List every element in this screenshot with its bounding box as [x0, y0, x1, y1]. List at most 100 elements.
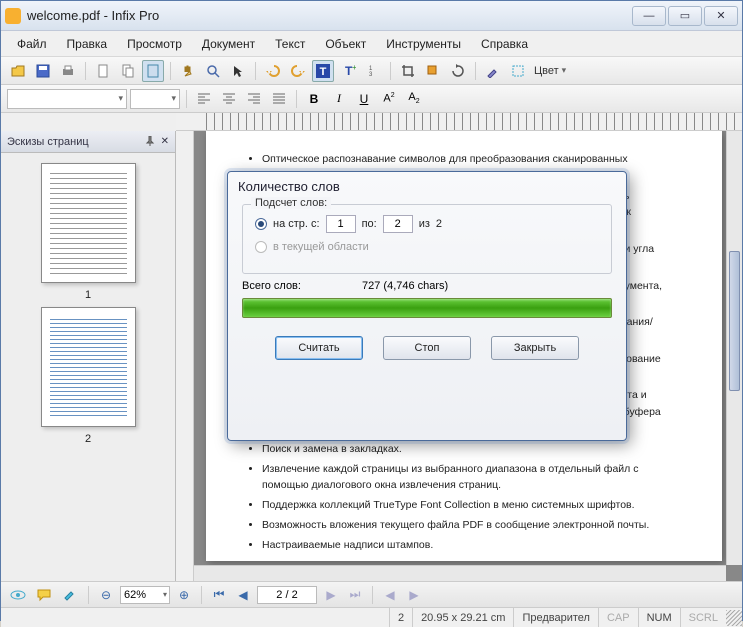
- prev-page-button[interactable]: ◀: [233, 585, 253, 605]
- progress-bar: [242, 298, 612, 318]
- radio-page-range[interactable]: [255, 218, 267, 230]
- pagelayout-icon[interactable]: [142, 60, 164, 82]
- menu-view[interactable]: Просмотр: [119, 33, 190, 55]
- page-thumbnail-1[interactable]: [41, 163, 136, 283]
- radio-current-area-label: в текущей области: [273, 241, 369, 253]
- scrollbar-vertical[interactable]: [726, 131, 742, 565]
- total-words-label: Всего слов:: [242, 280, 362, 292]
- color-dropdown-icon[interactable]: ▾: [562, 65, 567, 76]
- minimize-button[interactable]: —: [632, 6, 666, 26]
- total-pages: 2: [436, 218, 442, 230]
- thumb-label: 2: [85, 433, 91, 445]
- bottom-toolbar: ⊖ 62% ⊕ ⏮ ◀ 2 / 2 ▶ ⏭ ◀ ▶: [1, 581, 742, 607]
- menu-help[interactable]: Справка: [473, 33, 536, 55]
- highlighter-icon[interactable]: [59, 584, 81, 606]
- align-right-icon[interactable]: [243, 88, 265, 110]
- color-label: Цвет: [534, 65, 559, 77]
- ruler-horizontal: [176, 113, 742, 131]
- nav-back-button[interactable]: ◀: [380, 585, 400, 605]
- stop-button[interactable]: Стоп: [383, 336, 471, 360]
- eye-icon[interactable]: [7, 584, 29, 606]
- page-from-input[interactable]: [326, 215, 356, 233]
- open-icon[interactable]: [7, 60, 29, 82]
- pin-icon[interactable]: [145, 136, 157, 148]
- status-cap: CAP: [598, 608, 638, 627]
- range-of-label: из: [419, 218, 430, 230]
- count-button[interactable]: Считать: [275, 336, 363, 360]
- italic-icon[interactable]: I: [328, 88, 350, 110]
- status-num: NUM: [638, 608, 680, 627]
- bold-icon[interactable]: B: [303, 88, 325, 110]
- superscript-icon[interactable]: A2: [378, 88, 400, 110]
- zoom-icon[interactable]: [202, 60, 224, 82]
- copypage-icon[interactable]: [117, 60, 139, 82]
- page-number-box[interactable]: 2 / 2: [257, 586, 317, 604]
- maximize-button[interactable]: ▭: [668, 6, 702, 26]
- sidebar-header: Эскизы страниц ✕: [1, 131, 175, 153]
- sidebar: Эскизы страниц ✕ 1 2: [1, 131, 176, 581]
- page-to-input[interactable]: [383, 215, 413, 233]
- undo-icon[interactable]: [262, 60, 284, 82]
- menubar: Файл Правка Просмотр Документ Текст Объе…: [1, 31, 742, 57]
- sidebar-close-icon[interactable]: ✕: [161, 136, 169, 147]
- radio-current-area: [255, 241, 267, 253]
- app-icon: [5, 8, 21, 24]
- ruler-vertical: [176, 131, 194, 581]
- total-words-value: 727 (4,746 chars): [362, 280, 448, 292]
- font-family-combo[interactable]: [7, 89, 127, 109]
- close-dialog-button[interactable]: Закрыть: [491, 336, 579, 360]
- svg-text:+: +: [352, 63, 356, 72]
- titlebar: welcome.pdf - Infix Pro — ▭ ✕: [1, 1, 742, 31]
- menu-edit[interactable]: Правка: [59, 33, 116, 55]
- text-tool-icon[interactable]: T: [312, 60, 334, 82]
- scrollbar-horizontal[interactable]: [194, 565, 726, 581]
- textspacing-icon[interactable]: 13: [362, 60, 384, 82]
- menu-tools[interactable]: Инструменты: [378, 33, 469, 55]
- thumb-label: 1: [85, 289, 91, 301]
- menu-object[interactable]: Объект: [317, 33, 374, 55]
- eyedrop-icon[interactable]: [482, 60, 504, 82]
- window-title: welcome.pdf - Infix Pro: [27, 8, 632, 23]
- textplus-icon[interactable]: T+: [337, 60, 359, 82]
- newpage-icon[interactable]: [92, 60, 114, 82]
- save-icon[interactable]: [32, 60, 54, 82]
- font-size-combo[interactable]: [130, 89, 180, 109]
- align-left-icon[interactable]: [193, 88, 215, 110]
- comment-icon[interactable]: [33, 584, 55, 606]
- crop-icon[interactable]: [397, 60, 419, 82]
- print-icon[interactable]: [57, 60, 79, 82]
- toolbar-main: T T+ 13 Цвет ▾: [1, 57, 742, 85]
- status-page: 2: [389, 608, 412, 627]
- select-rect-icon[interactable]: [507, 60, 529, 82]
- shape-icon[interactable]: [422, 60, 444, 82]
- statusbar: 2 20.95 x 29.21 cm Предварител CAP NUM S…: [1, 607, 742, 627]
- svg-text:T: T: [320, 66, 327, 78]
- underline-icon[interactable]: U: [353, 88, 375, 110]
- zoom-out-button[interactable]: ⊖: [96, 585, 116, 605]
- menu-file[interactable]: Файл: [9, 33, 55, 55]
- menu-text[interactable]: Текст: [267, 33, 313, 55]
- zoom-combo[interactable]: 62%: [120, 586, 170, 604]
- pointer-icon[interactable]: [227, 60, 249, 82]
- app-window: welcome.pdf - Infix Pro — ▭ ✕ Файл Правк…: [0, 0, 743, 621]
- next-page-button[interactable]: ▶: [321, 585, 341, 605]
- resize-grip[interactable]: [726, 610, 742, 626]
- rotate-icon[interactable]: [447, 60, 469, 82]
- status-preview: Предварител: [513, 608, 598, 627]
- subscript-icon[interactable]: A2: [403, 88, 425, 110]
- thumbnails-panel: 1 2: [1, 153, 175, 581]
- fieldset-legend: Подсчет слов:: [251, 197, 331, 209]
- nav-forward-button[interactable]: ▶: [404, 585, 424, 605]
- zoom-in-button[interactable]: ⊕: [174, 585, 194, 605]
- first-page-button[interactable]: ⏮: [209, 585, 229, 605]
- sidebar-title: Эскизы страниц: [7, 136, 89, 148]
- close-button[interactable]: ✕: [704, 6, 738, 26]
- redo-icon[interactable]: [287, 60, 309, 82]
- svg-text:3: 3: [369, 72, 373, 78]
- last-page-button[interactable]: ⏭: [345, 585, 365, 605]
- align-center-icon[interactable]: [218, 88, 240, 110]
- hand-icon[interactable]: [177, 60, 199, 82]
- page-thumbnail-2[interactable]: [41, 307, 136, 427]
- align-justify-icon[interactable]: [268, 88, 290, 110]
- menu-document[interactable]: Документ: [194, 33, 263, 55]
